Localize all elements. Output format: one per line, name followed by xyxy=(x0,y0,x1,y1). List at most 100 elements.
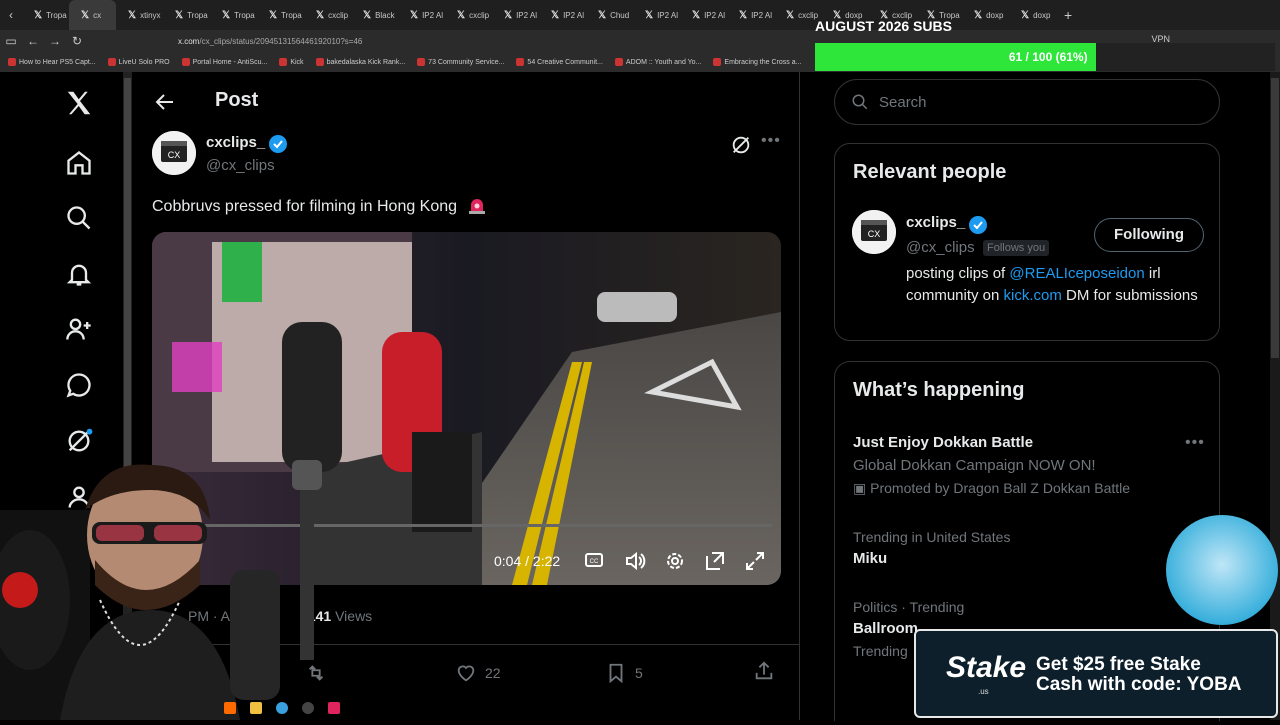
volume-icon[interactable] xyxy=(624,550,646,572)
sub-goal-progress-text: 61 / 100 (61%) xyxy=(1008,50,1088,64)
right-scrollbar-thumb[interactable] xyxy=(1271,78,1279,358)
bookmark-item[interactable]: LiveU Solo PRO xyxy=(107,58,170,66)
browser-tab[interactable]: 𝕏 Chud xyxy=(586,0,633,30)
bookmark-item[interactable]: 73 Community Service... xyxy=(417,58,504,66)
settings-gear-icon[interactable] xyxy=(664,550,686,572)
promoted-icon: ▣ xyxy=(853,480,871,496)
grok-icon[interactable] xyxy=(60,422,98,460)
browser-tab[interactable]: 𝕏 Tropa xyxy=(163,0,210,30)
tab-label: IP2 Al xyxy=(751,10,772,20)
browser-tab[interactable]: 𝕏cxclip xyxy=(304,0,351,30)
browser-tab[interactable]: 𝕏 Tropa xyxy=(210,0,257,30)
bookmark-item[interactable]: How to Hear PS5 Capt... xyxy=(8,58,96,66)
browser-tab[interactable]: 𝕏 IP2 Al xyxy=(492,0,539,30)
stake-logo: Stake xyxy=(946,651,1027,684)
bookmark-item[interactable]: Portal Home - AntiScu... xyxy=(181,58,267,66)
bookmark-favicon-icon xyxy=(8,58,16,66)
trend-item-promoted[interactable]: Just Enjoy Dokkan Battle Global Dokkan C… xyxy=(853,434,1130,497)
bookmark-item[interactable]: bakedalaska Kick Rank... xyxy=(315,58,406,66)
trend-item[interactable]: Trending in United States Miku xyxy=(853,529,1010,567)
tab-scroll-left-icon[interactable]: ‹ xyxy=(0,8,22,22)
url-host: x.com xyxy=(178,36,200,46)
more-options-icon[interactable]: ••• xyxy=(761,132,781,150)
sub-goal-title: AUGUST 2026 SUBS xyxy=(815,18,952,34)
bookmark-item[interactable]: Embracing the Cross a... xyxy=(713,58,801,66)
browser-tab[interactable]: 𝕏 IP2 Al xyxy=(539,0,586,30)
tab-favicon-icon: 𝕏 xyxy=(504,9,513,21)
grok-explain-icon[interactable] xyxy=(730,134,752,161)
tab-favicon-icon: 𝕏 xyxy=(316,9,325,21)
search-icon[interactable] xyxy=(60,199,98,237)
bookmark-favicon-icon xyxy=(279,58,288,66)
back-button[interactable] xyxy=(153,90,177,114)
heart-icon xyxy=(457,665,475,682)
bookmark-label: bakedalaska Kick Rank... xyxy=(326,58,406,66)
tab-favicon-icon: 𝕏 xyxy=(739,9,748,21)
coin-overlay-graphic xyxy=(1166,515,1278,625)
svg-text:CC: CC xyxy=(590,559,599,565)
browser-tab[interactable]: 𝕏 Tropa xyxy=(257,0,304,30)
bio-url-link[interactable]: kick.com xyxy=(1004,287,1062,304)
back-arrow-icon[interactable]: ← xyxy=(22,34,44,48)
left-scrollbar-thumb[interactable] xyxy=(124,78,131,478)
pip-icon[interactable] xyxy=(704,550,726,572)
tab-favicon-icon: 𝕏 xyxy=(692,9,701,21)
browser-tab[interactable]: 𝕏 Black xyxy=(351,0,398,30)
sidebar-toggle-icon[interactable]: ▭ xyxy=(0,34,22,48)
browser-tab[interactable]: 𝕏 IP2 Al xyxy=(680,0,727,30)
search-box[interactable]: Search xyxy=(834,79,1220,125)
svg-text:CX: CX xyxy=(868,229,881,239)
bookmark-item[interactable]: Kick xyxy=(279,58,304,66)
browser-tab[interactable]: 𝕏xtinyx xyxy=(116,0,163,30)
fullscreen-icon[interactable] xyxy=(744,550,766,572)
tab-favicon-icon: 𝕏 xyxy=(269,9,278,21)
obs-icon[interactable] xyxy=(302,702,314,714)
captions-icon[interactable]: CC xyxy=(584,550,606,572)
post-text: Cobbruvs pressed for filming in Hong Kon… xyxy=(152,196,487,216)
person-avatar[interactable]: CX xyxy=(852,210,896,254)
browser-tab[interactable]: 𝕏 IP2 Al xyxy=(398,0,445,30)
browser-tab[interactable]: 𝕏cx xyxy=(69,0,116,30)
person-name[interactable]: cxclips_ xyxy=(906,214,965,231)
author-avatar[interactable]: CX xyxy=(152,131,196,175)
url-field[interactable]: x.com/cx_clips/status/209451315644619201… xyxy=(178,37,362,46)
sub-goal-bar: 61 / 100 (61%) xyxy=(815,43,1275,71)
search-icon xyxy=(852,94,868,110)
browser-tab[interactable]: 𝕏 IP2 Al xyxy=(633,0,680,30)
page-title: Post xyxy=(215,89,259,111)
follow-user-icon[interactable] xyxy=(60,310,98,348)
app-icon[interactable] xyxy=(328,702,340,714)
folder-icon[interactable] xyxy=(250,702,262,714)
bookmark-label: Embracing the Cross a... xyxy=(724,58,802,66)
share-button[interactable] xyxy=(753,660,775,687)
bookmark-button[interactable]: 5 xyxy=(605,662,643,684)
browser-tab[interactable]: 𝕏 Tropa xyxy=(22,0,69,30)
notifications-bell-icon[interactable] xyxy=(60,255,98,293)
whats-happening-title: What’s happening xyxy=(853,379,1025,401)
author-name[interactable]: cxclips_ xyxy=(206,134,265,151)
like-button[interactable]: 22 xyxy=(455,662,501,684)
x-logo-icon[interactable] xyxy=(60,84,98,122)
trend-more-icon[interactable]: ••• xyxy=(1185,434,1205,452)
follows-you-badge: Follows you xyxy=(983,240,1050,256)
browser-tab[interactable]: 𝕏 IP2 Al xyxy=(727,0,774,30)
person-handle[interactable]: @cx_clips xyxy=(906,239,975,256)
forward-arrow-icon[interactable]: → xyxy=(44,34,66,48)
bookmark-item[interactable]: 54 Creative Communit... xyxy=(516,58,603,66)
bookmark-favicon-icon xyxy=(315,58,324,66)
reload-icon[interactable]: ↻ xyxy=(66,34,88,48)
author-handle[interactable]: @cx_clips xyxy=(206,157,275,174)
bookmark-label: 54 Creative Communit... xyxy=(527,58,603,66)
stake-ad-line1: Get $25 free Stake xyxy=(1036,654,1201,675)
firefox-icon[interactable] xyxy=(224,702,236,714)
tab-label: xtinyx xyxy=(140,10,161,20)
home-icon[interactable] xyxy=(60,144,98,182)
following-button[interactable]: Following xyxy=(1094,218,1204,252)
bookmark-item[interactable]: ADOM :: Youth and Yo... xyxy=(614,58,701,66)
browser-icon[interactable] xyxy=(276,702,288,714)
bio-mention-link[interactable]: @REALIceposeidon xyxy=(1009,265,1144,282)
messages-bubble-icon[interactable] xyxy=(60,366,98,404)
verified-badge-icon xyxy=(268,134,288,159)
bookmark-label: How to Hear PS5 Capt... xyxy=(19,58,96,66)
browser-tab[interactable]: 𝕏cxclip xyxy=(445,0,492,30)
